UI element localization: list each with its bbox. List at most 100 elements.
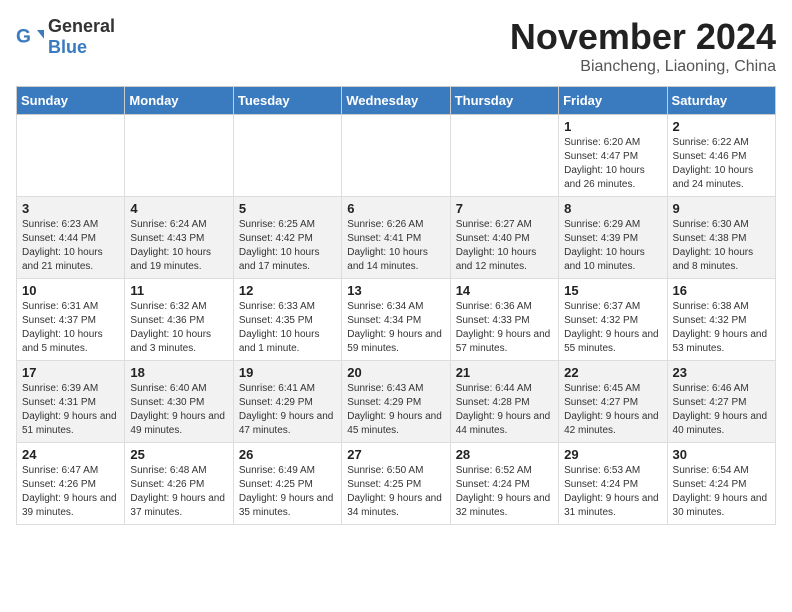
calendar-day-cell: 25 Sunrise: 6:48 AM Sunset: 4:26 PM Dayli… [125,443,233,525]
day-number: 4 [130,201,227,216]
calendar-day-cell: 22 Sunrise: 6:45 AM Sunset: 4:27 PM Dayli… [559,361,667,443]
day-number: 28 [456,447,553,462]
calendar-day-cell: 3 Sunrise: 6:23 AM Sunset: 4:44 PM Daylig… [17,197,125,279]
day-number: 12 [239,283,336,298]
calendar-week-row: 10 Sunrise: 6:31 AM Sunset: 4:37 PM Dayli… [17,279,776,361]
day-number: 11 [130,283,227,298]
day-info: Sunrise: 6:20 AM Sunset: 4:47 PM Dayligh… [564,136,661,192]
calendar-day-cell: 23 Sunrise: 6:46 AM Sunset: 4:27 PM Dayli… [667,361,775,443]
calendar-day-cell: 20Sunrise: 6:43 AM Sunset: 4:29 PM Dayli… [342,361,450,443]
day-info: Sunrise: 6:26 AM Sunset: 4:41 PM Dayligh… [347,218,444,274]
day-info: Sunrise: 6:53 AM Sunset: 4:24 PM Dayligh… [564,464,661,520]
weekday-header-row: SundayMondayTuesdayWednesdayThursdayFrid… [17,87,776,115]
day-info: Sunrise: 6:39 AM Sunset: 4:31 PM Dayligh… [22,382,119,438]
day-number: 29 [564,447,661,462]
day-number: 5 [239,201,336,216]
logo-icon: G [16,23,44,51]
day-number: 16 [673,283,770,298]
day-info: Sunrise: 6:31 AM Sunset: 4:37 PM Dayligh… [22,300,119,356]
calendar-week-row: 3 Sunrise: 6:23 AM Sunset: 4:44 PM Daylig… [17,197,776,279]
day-number: 10 [22,283,119,298]
day-info: Sunrise: 6:23 AM Sunset: 4:44 PM Dayligh… [22,218,119,274]
calendar-day-cell: 14 Sunrise: 6:36 AM Sunset: 4:33 PM Dayli… [450,279,558,361]
day-info: Sunrise: 6:24 AM Sunset: 4:43 PM Dayligh… [130,218,227,274]
calendar-week-row: 1 Sunrise: 6:20 AM Sunset: 4:47 PM Daylig… [17,115,776,197]
calendar-day-cell: 28 Sunrise: 6:52 AM Sunset: 4:24 PM Dayli… [450,443,558,525]
day-info: Sunrise: 6:54 AM Sunset: 4:24 PM Dayligh… [673,464,770,520]
day-number: 21 [456,365,553,380]
header: G General Blue November 2024 Biancheng, … [16,16,776,76]
calendar-day-cell: 7 Sunrise: 6:27 AM Sunset: 4:40 PM Daylig… [450,197,558,279]
day-number: 8 [564,201,661,216]
day-info: Sunrise: 6:32 AM Sunset: 4:36 PM Dayligh… [130,300,227,356]
day-info: Sunrise: 6:46 AM Sunset: 4:27 PM Dayligh… [673,382,770,438]
day-info: Sunrise: 6:44 AM Sunset: 4:28 PM Dayligh… [456,382,553,438]
day-info: Sunrise: 6:43 AM Sunset: 4:29 PM Dayligh… [347,382,444,438]
day-info: Sunrise: 6:33 AM Sunset: 4:35 PM Dayligh… [239,300,336,356]
calendar-day-cell: 13Sunrise: 6:34 AM Sunset: 4:34 PM Dayli… [342,279,450,361]
calendar-day-cell [17,115,125,197]
calendar-day-cell: 29 Sunrise: 6:53 AM Sunset: 4:24 PM Dayli… [559,443,667,525]
logo: G General Blue [16,16,115,58]
day-info: Sunrise: 6:52 AM Sunset: 4:24 PM Dayligh… [456,464,553,520]
day-info: Sunrise: 6:29 AM Sunset: 4:39 PM Dayligh… [564,218,661,274]
day-number: 14 [456,283,553,298]
day-info: Sunrise: 6:27 AM Sunset: 4:40 PM Dayligh… [456,218,553,274]
day-info: Sunrise: 6:41 AM Sunset: 4:29 PM Dayligh… [239,382,336,438]
calendar-table: SundayMondayTuesdayWednesdayThursdayFrid… [16,86,776,525]
calendar-day-cell: 30 Sunrise: 6:54 AM Sunset: 4:24 PM Dayli… [667,443,775,525]
day-number: 22 [564,365,661,380]
day-number: 3 [22,201,119,216]
weekday-header-cell: Wednesday [342,87,450,115]
calendar-day-cell: 2 Sunrise: 6:22 AM Sunset: 4:46 PM Daylig… [667,115,775,197]
day-info: Sunrise: 6:30 AM Sunset: 4:38 PM Dayligh… [673,218,770,274]
calendar-day-cell: 10 Sunrise: 6:31 AM Sunset: 4:37 PM Dayli… [17,279,125,361]
day-info: Sunrise: 6:22 AM Sunset: 4:46 PM Dayligh… [673,136,770,192]
day-info: Sunrise: 6:45 AM Sunset: 4:27 PM Dayligh… [564,382,661,438]
day-number: 18 [130,365,227,380]
calendar-day-cell [233,115,341,197]
calendar-day-cell: 21 Sunrise: 6:44 AM Sunset: 4:28 PM Dayli… [450,361,558,443]
calendar-day-cell [450,115,558,197]
calendar-day-cell: 5Sunrise: 6:25 AM Sunset: 4:42 PM Daylig… [233,197,341,279]
calendar-day-cell: 19Sunrise: 6:41 AM Sunset: 4:29 PM Dayli… [233,361,341,443]
day-number: 30 [673,447,770,462]
title-area: November 2024 Biancheng, Liaoning, China [510,16,776,76]
calendar-day-cell: 11 Sunrise: 6:32 AM Sunset: 4:36 PM Dayli… [125,279,233,361]
calendar-day-cell: 18Sunrise: 6:40 AM Sunset: 4:30 PM Dayli… [125,361,233,443]
weekday-header-cell: Friday [559,87,667,115]
day-number: 13 [347,283,444,298]
calendar-day-cell: 24Sunrise: 6:47 AM Sunset: 4:26 PM Dayli… [17,443,125,525]
month-year-title: November 2024 [510,16,776,58]
calendar-day-cell: 27Sunrise: 6:50 AM Sunset: 4:25 PM Dayli… [342,443,450,525]
calendar-day-cell [342,115,450,197]
calendar-week-row: 24Sunrise: 6:47 AM Sunset: 4:26 PM Dayli… [17,443,776,525]
calendar-day-cell: 15Sunrise: 6:37 AM Sunset: 4:32 PM Dayli… [559,279,667,361]
day-info: Sunrise: 6:50 AM Sunset: 4:25 PM Dayligh… [347,464,444,520]
weekday-header-cell: Saturday [667,87,775,115]
day-info: Sunrise: 6:47 AM Sunset: 4:26 PM Dayligh… [22,464,119,520]
day-info: Sunrise: 6:48 AM Sunset: 4:26 PM Dayligh… [130,464,227,520]
day-info: Sunrise: 6:36 AM Sunset: 4:33 PM Dayligh… [456,300,553,356]
day-number: 17 [22,365,119,380]
calendar-day-cell: 12 Sunrise: 6:33 AM Sunset: 4:35 PM Dayli… [233,279,341,361]
day-number: 9 [673,201,770,216]
calendar-week-row: 17 Sunrise: 6:39 AM Sunset: 4:31 PM Dayli… [17,361,776,443]
day-number: 15 [564,283,661,298]
calendar-day-cell: 6Sunrise: 6:26 AM Sunset: 4:41 PM Daylig… [342,197,450,279]
weekday-header-cell: Monday [125,87,233,115]
day-number: 7 [456,201,553,216]
calendar-day-cell: 9 Sunrise: 6:30 AM Sunset: 4:38 PM Daylig… [667,197,775,279]
logo-general-text: General [48,16,115,36]
day-number: 25 [130,447,227,462]
day-info: Sunrise: 6:49 AM Sunset: 4:25 PM Dayligh… [239,464,336,520]
calendar-day-cell: 4 Sunrise: 6:24 AM Sunset: 4:43 PM Daylig… [125,197,233,279]
location-subtitle: Biancheng, Liaoning, China [510,58,776,76]
calendar-day-cell: 1 Sunrise: 6:20 AM Sunset: 4:47 PM Daylig… [559,115,667,197]
day-number: 2 [673,119,770,134]
day-number: 23 [673,365,770,380]
calendar-day-cell: 26Sunrise: 6:49 AM Sunset: 4:25 PM Dayli… [233,443,341,525]
day-number: 1 [564,119,661,134]
weekday-header-cell: Tuesday [233,87,341,115]
svg-text:G: G [16,26,31,47]
